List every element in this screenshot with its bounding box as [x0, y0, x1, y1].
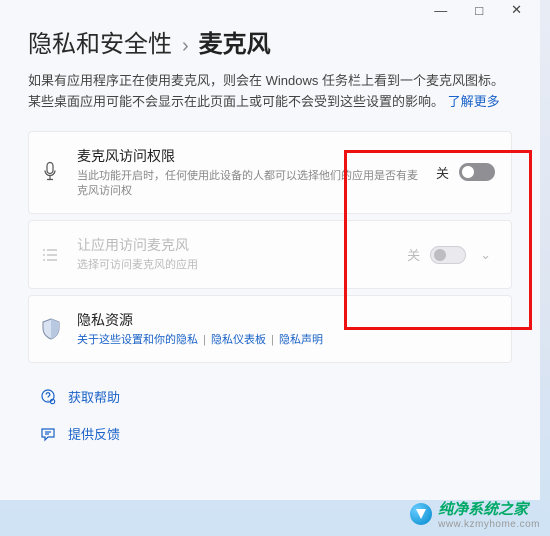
- watermark-logo-icon: [410, 503, 432, 525]
- app-access-toggle: [430, 246, 466, 264]
- mic-access-state: 关: [436, 163, 449, 182]
- privacy-dashboard-link[interactable]: 隐私仪表板: [211, 334, 266, 346]
- separator: |: [203, 334, 206, 346]
- page-title: 麦克风: [199, 24, 271, 59]
- shield-icon: [41, 318, 63, 340]
- get-help-link[interactable]: 获取帮助: [68, 387, 120, 406]
- chevron-down-icon[interactable]: ⌄: [476, 247, 495, 263]
- mic-access-sub: 当此功能开启时，任何使用此设备的人都可以选择他们的应用是否有麦克风访问权: [77, 169, 422, 200]
- close-button[interactable]: ✕: [511, 2, 522, 18]
- app-access-state: 关: [407, 245, 420, 264]
- watermark-name: 纯净系统之家: [438, 498, 540, 519]
- settings-window: — □ ✕ 隐私和安全性 › 麦克风 如果有应用程序正在使用麦克风，则会在 Wi…: [0, 0, 540, 500]
- give-feedback-link[interactable]: 提供反馈: [68, 424, 120, 443]
- page-description: 如果有应用程序正在使用麦克风，则会在 Windows 任务栏上看到一个麦克风图标…: [0, 69, 540, 113]
- watermark: 纯净系统之家 www.kzmyhome.com: [410, 498, 540, 530]
- description-text: 如果有应用程序正在使用麦克风，则会在 Windows 任务栏上看到一个麦克风图标…: [28, 73, 504, 109]
- feedback-icon: [40, 426, 56, 442]
- privacy-resources-links: 关于这些设置和你的隐私 | 隐私仪表板 | 隐私声明: [77, 333, 495, 348]
- app-access-sub: 选择可访问麦克风的应用: [77, 258, 393, 273]
- mic-access-toggle[interactable]: [459, 163, 495, 181]
- watermark-url: www.kzmyhome.com: [438, 519, 540, 530]
- microphone-icon: [41, 161, 63, 183]
- footer-links: 获取帮助 提供反馈: [0, 369, 540, 443]
- learn-more-link[interactable]: 了解更多: [448, 94, 500, 109]
- privacy-resources-card: 隐私资源 关于这些设置和你的隐私 | 隐私仪表板 | 隐私声明: [28, 295, 512, 363]
- privacy-resources-title: 隐私资源: [77, 310, 495, 330]
- titlebar: — □ ✕: [0, 0, 540, 20]
- chevron-right-icon: ›: [182, 35, 189, 58]
- breadcrumb-section[interactable]: 隐私和安全性: [28, 24, 172, 59]
- help-icon: [40, 389, 56, 405]
- app-access-title: 让应用访问麦克风: [77, 235, 393, 255]
- mic-access-card: 麦克风访问权限 当此功能开启时，任何使用此设备的人都可以选择他们的应用是否有麦克…: [28, 131, 512, 215]
- list-icon: [41, 246, 63, 264]
- mic-access-title: 麦克风访问权限: [77, 146, 422, 166]
- privacy-statement-link[interactable]: 隐私声明: [279, 334, 323, 346]
- breadcrumb: 隐私和安全性 › 麦克风: [0, 20, 540, 69]
- privacy-about-link[interactable]: 关于这些设置和你的隐私: [77, 334, 198, 346]
- maximize-button[interactable]: □: [475, 3, 483, 18]
- separator: |: [271, 334, 274, 346]
- minimize-button[interactable]: —: [434, 3, 447, 18]
- app-access-card: 让应用访问麦克风 选择可访问麦克风的应用 关 ⌄: [28, 220, 512, 288]
